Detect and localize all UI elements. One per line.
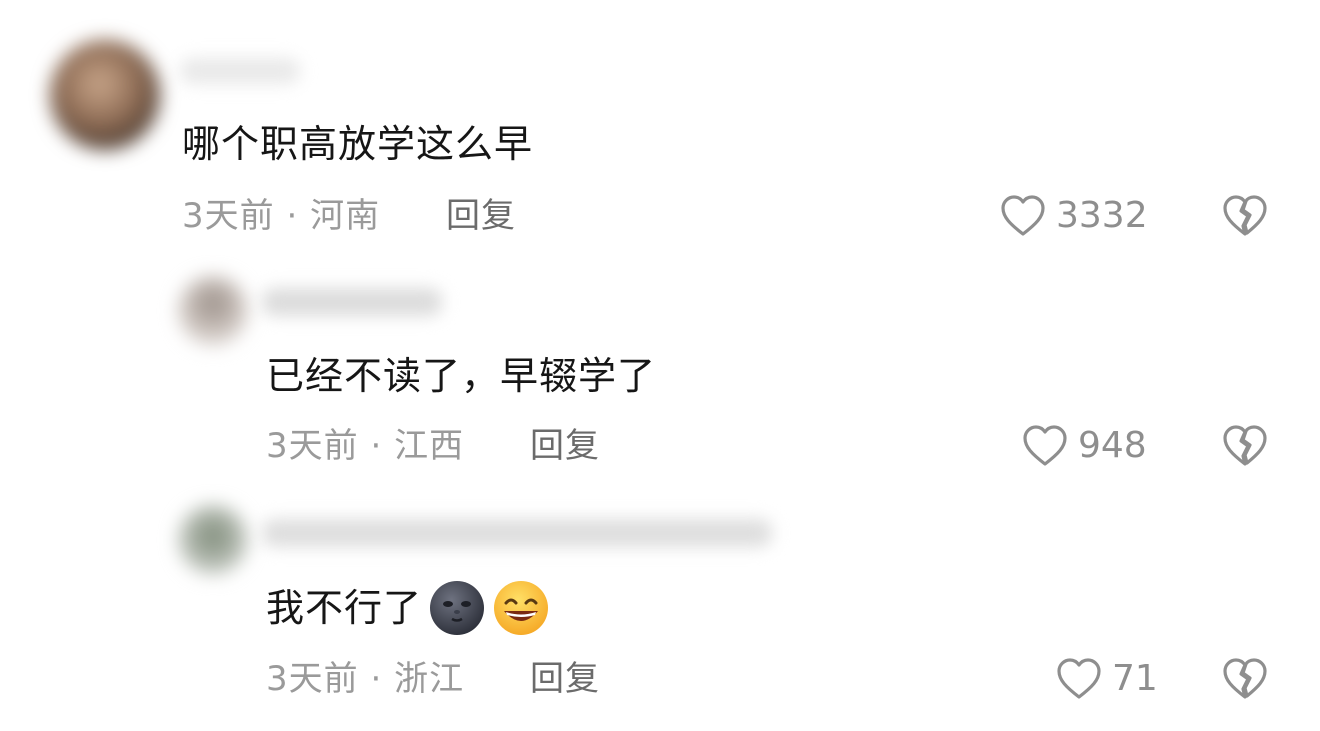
comment-meta: 3天前 · 浙江 <box>266 659 464 699</box>
dislike-button[interactable] <box>1222 194 1268 238</box>
like-button[interactable]: 3332 <box>1000 194 1148 238</box>
comment-location: 浙江 <box>394 659 465 699</box>
like-count: 948 <box>1078 425 1147 466</box>
comment-location: 江西 <box>394 426 465 466</box>
new-moon-face-emoji <box>428 579 486 637</box>
username-blurred[interactable] <box>262 288 442 316</box>
like-count: 3332 <box>1056 195 1148 236</box>
heart-icon <box>1056 657 1102 701</box>
comment-text-label: 哪个职高放学这么早 <box>182 122 534 166</box>
avatar[interactable] <box>178 276 248 346</box>
comment-text: 已经不读了，早辍学了 <box>266 352 656 400</box>
meta-separator: · <box>286 196 299 236</box>
grinning-face-emoji <box>492 579 550 637</box>
reply-button[interactable]: 回复 <box>530 426 600 466</box>
reply-item: 已经不读了，早辍学了 3天前 · 江西 回复 948 <box>0 250 1320 485</box>
username-blurred[interactable] <box>180 58 300 84</box>
comment-text: 我不行了 <box>266 579 550 637</box>
like-button[interactable]: 948 <box>1022 424 1147 468</box>
comment-meta: 3天前 · 江西 <box>266 426 464 466</box>
comment-item: 哪个职高放学这么早 3天前 · 河南 回复 3332 <box>0 0 1320 250</box>
avatar[interactable] <box>50 40 160 150</box>
like-button[interactable]: 71 <box>1056 657 1158 701</box>
broken-heart-icon <box>1222 194 1268 238</box>
username-blurred[interactable] <box>262 519 772 547</box>
reply-item: 我不行了 3天前 · 浙江 回复 71 <box>0 485 1320 731</box>
dislike-button[interactable] <box>1222 424 1268 468</box>
comment-text: 哪个职高放学这么早 <box>182 120 533 168</box>
reply-button[interactable]: 回复 <box>446 196 516 236</box>
comment-text-label: 我不行了 <box>266 586 423 630</box>
comment-time: 3天前 <box>266 659 359 699</box>
like-count: 71 <box>1112 658 1158 699</box>
heart-icon <box>1000 194 1046 238</box>
meta-separator: · <box>370 659 383 699</box>
comment-meta: 3天前 · 河南 <box>182 196 380 236</box>
comment-time: 3天前 <box>266 426 359 466</box>
broken-heart-icon <box>1222 657 1268 701</box>
heart-icon <box>1022 424 1068 468</box>
reply-button[interactable]: 回复 <box>530 659 600 699</box>
comment-location: 河南 <box>310 196 381 236</box>
comment-time: 3天前 <box>182 196 275 236</box>
broken-heart-icon <box>1222 424 1268 468</box>
dislike-button[interactable] <box>1222 657 1268 701</box>
comment-text-label: 已经不读了，早辍学了 <box>266 354 657 398</box>
avatar[interactable] <box>178 505 248 575</box>
meta-separator: · <box>370 426 383 466</box>
